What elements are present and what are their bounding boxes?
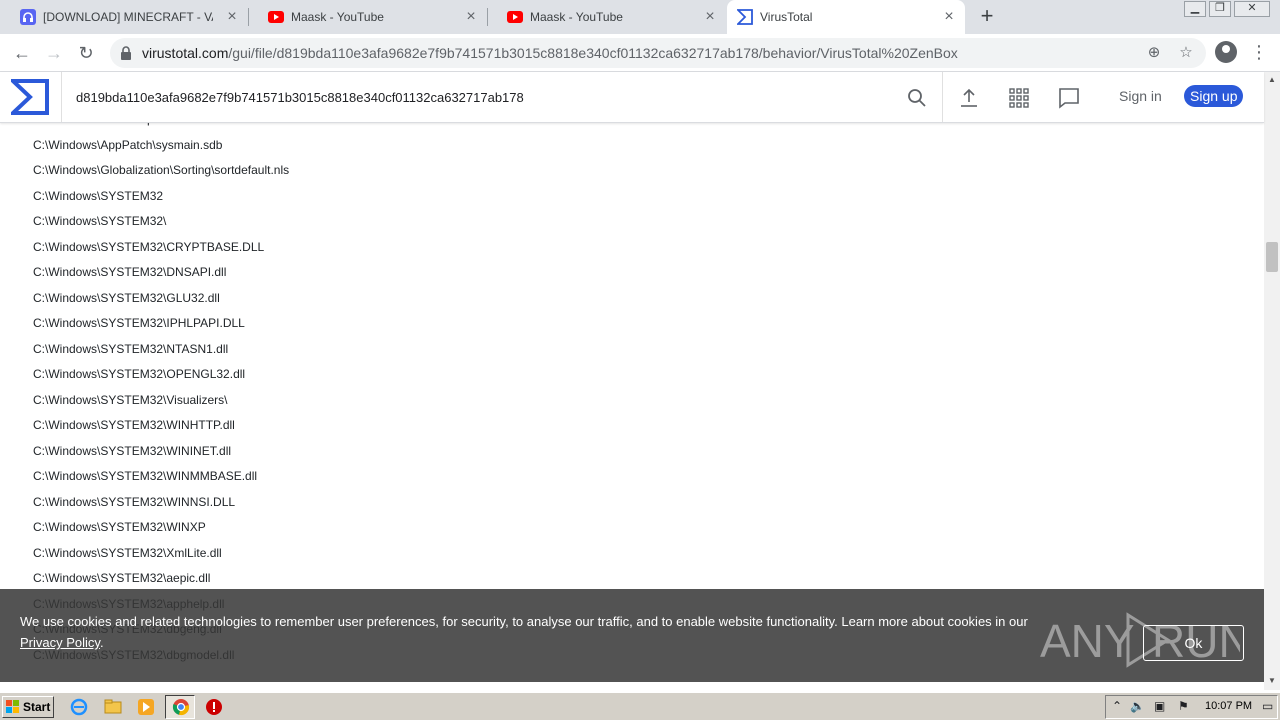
cookie-period: . bbox=[99, 635, 104, 650]
files-opened-list: C:\Users\user\Desktop\file.exe C:\Windows… bbox=[33, 123, 289, 668]
file-path-item: C:\Windows\SYSTEM32\XmlLite.dll bbox=[33, 545, 222, 560]
page-scrollbar[interactable]: ▲ ▼ bbox=[1264, 72, 1280, 690]
file-path-item: C:\Windows\SYSTEM32\WINXP bbox=[33, 520, 206, 534]
tab-virustotal[interactable]: VirusTotal × bbox=[727, 0, 965, 34]
tab-title: [DOWNLOAD] MINECRAFT - VAPE V4 bbox=[43, 10, 213, 24]
file-path-item: C:\Windows\SYSTEM32\WININET.dll bbox=[33, 443, 232, 458]
lock-icon bbox=[121, 46, 131, 60]
profile-avatar-icon[interactable] bbox=[1215, 41, 1237, 63]
svg-text:ANY: ANY bbox=[1040, 615, 1135, 667]
file-path-item: C:\Windows\SYSTEM32\ bbox=[33, 214, 167, 228]
windows-logo-icon bbox=[6, 700, 19, 713]
file-path-item: C:\Windows\SYSTEM32\aepic.dll bbox=[33, 571, 211, 585]
tab-title: Maask - YouTube bbox=[291, 10, 384, 24]
media-player-icon[interactable] bbox=[137, 698, 155, 716]
file-path-item: C:\Windows\SYSTEM32\Visualizers\ bbox=[33, 392, 228, 407]
chat-icon[interactable] bbox=[1057, 86, 1081, 110]
youtube-icon bbox=[268, 11, 284, 23]
file-path-item: C:\Windows\SYSTEM32\WINMMBASE.dll bbox=[33, 469, 258, 483]
forward-arrow-icon[interactable]: → bbox=[41, 40, 67, 66]
cookie-message: We use cookies and related technologies … bbox=[20, 611, 1130, 653]
windows-taskbar: Start ⌃ 🔈 ▣ ⚑ ▭ 10:07 PM bbox=[0, 692, 1280, 720]
file-path-item: C:\Users\user\Desktop\file.exe bbox=[33, 123, 289, 133]
cookie-ok-button[interactable]: Ok bbox=[1143, 625, 1244, 661]
apps-grid-icon[interactable] bbox=[1007, 86, 1031, 110]
file-path-item: C:\Windows\SYSTEM32\WINNSI.DLL bbox=[33, 494, 236, 509]
tray-expand-icon[interactable]: ⌃ bbox=[1112, 699, 1122, 713]
start-label: Start bbox=[23, 700, 51, 714]
url-text: virustotal.com/gui/file/d819bda110e3afa9… bbox=[142, 45, 958, 61]
address-bar[interactable]: virustotal.com/gui/file/d819bda110e3afa9… bbox=[110, 38, 1206, 68]
file-path-item: C:\Windows\SYSTEM32\IPHLPAPI.DLL bbox=[33, 316, 245, 330]
tab-youtube-1[interactable]: Maask - YouTube × bbox=[248, 0, 487, 34]
add-icon[interactable]: ⊕ bbox=[1143, 42, 1165, 64]
vt-search-input[interactable] bbox=[76, 87, 856, 107]
scroll-up-icon[interactable]: ▲ bbox=[1267, 75, 1277, 84]
tab-title: VirusTotal bbox=[760, 10, 813, 24]
back-arrow-icon[interactable]: ← bbox=[9, 40, 35, 66]
sign-up-button[interactable]: Sign up bbox=[1184, 85, 1244, 107]
scroll-down-icon[interactable]: ▼ bbox=[1267, 676, 1277, 685]
youtube-icon bbox=[507, 11, 523, 23]
file-path-item: C:\Windows\SYSTEM32\GLU32.dll bbox=[33, 290, 220, 305]
search-icon[interactable] bbox=[906, 87, 928, 109]
close-window-icon[interactable]: ✕ bbox=[1234, 1, 1270, 17]
internet-explorer-icon[interactable] bbox=[70, 698, 88, 716]
virustotal-icon bbox=[737, 9, 753, 25]
browser-toolbar: ← → ↻ virustotal.com/gui/file/d819bda110… bbox=[0, 34, 1280, 72]
cookie-text: We use cookies and related technologies … bbox=[20, 614, 1028, 629]
stop-sign-icon[interactable] bbox=[205, 698, 223, 716]
menu-kebab-icon[interactable]: ⋮ bbox=[1250, 40, 1268, 66]
network-icon[interactable]: ▣ bbox=[1154, 699, 1165, 713]
sign-in-link[interactable]: Sign in bbox=[1119, 88, 1162, 104]
bookmark-star-icon[interactable]: ☆ bbox=[1175, 42, 1197, 64]
start-button[interactable]: Start bbox=[2, 696, 54, 718]
file-path-item: C:\Windows\Globalization\Sorting\sortdef… bbox=[33, 163, 290, 177]
url-path: /gui/file/d819bda110e3afa9682e7f9b741571… bbox=[228, 45, 958, 61]
chrome-taskbar-button[interactable] bbox=[165, 695, 195, 719]
upload-icon[interactable] bbox=[957, 86, 981, 110]
new-tab-button[interactable]: + bbox=[976, 5, 998, 28]
scrollbar-thumb[interactable] bbox=[1266, 242, 1278, 272]
close-tab-icon[interactable]: × bbox=[463, 9, 479, 25]
file-path-item: C:\Windows\SYSTEM32\CRYPTBASE.DLL bbox=[33, 239, 265, 254]
file-path-item: C:\Windows\SYSTEM32\WINHTTP.dll bbox=[33, 418, 235, 432]
folder-icon[interactable] bbox=[104, 698, 122, 716]
taskbar-clock: 10:07 PM bbox=[1205, 700, 1253, 712]
tab-strip: [DOWNLOAD] MINECRAFT - VAPE V4 × Maask -… bbox=[0, 0, 1280, 34]
cookie-banner: We use cookies and related technologies … bbox=[0, 589, 1264, 682]
headset-icon bbox=[20, 9, 36, 25]
tab-youtube-2[interactable]: Maask - YouTube × bbox=[487, 0, 726, 34]
file-path-item: C:\Windows\SYSTEM32\DNSAPI.dll bbox=[33, 265, 227, 279]
vt-search-box bbox=[61, 72, 943, 122]
minimize-icon[interactable]: ▁ bbox=[1184, 1, 1206, 17]
chrome-icon bbox=[172, 699, 190, 716]
close-tab-icon[interactable]: × bbox=[224, 9, 240, 25]
url-host: virustotal.com bbox=[142, 45, 229, 61]
show-desktop-icon[interactable]: ▭ bbox=[1262, 699, 1273, 713]
tab-title: Maask - YouTube bbox=[530, 10, 623, 24]
virustotal-logo-icon[interactable] bbox=[11, 79, 49, 115]
file-path-item: C:\Windows\SYSTEM32\OPENGL32.dll bbox=[33, 367, 246, 381]
file-path-item: C:\Windows\SYSTEM32 bbox=[33, 188, 164, 203]
vt-header: Sign in Sign up bbox=[0, 72, 1264, 123]
reload-icon[interactable]: ↻ bbox=[73, 40, 99, 66]
flag-icon[interactable]: ⚑ bbox=[1178, 699, 1189, 713]
close-tab-icon[interactable]: × bbox=[941, 9, 957, 25]
close-tab-icon[interactable]: × bbox=[702, 9, 718, 25]
restore-icon[interactable]: ❐ bbox=[1209, 1, 1231, 17]
file-path-item: C:\Windows\AppPatch\sysmain.sdb bbox=[33, 137, 223, 152]
file-path-item: C:\Windows\SYSTEM32\NTASN1.dll bbox=[33, 341, 229, 356]
tab-vape[interactable]: [DOWNLOAD] MINECRAFT - VAPE V4 × bbox=[0, 0, 248, 34]
speaker-icon[interactable]: 🔈 bbox=[1130, 699, 1145, 713]
privacy-policy-link[interactable]: Privacy Policy bbox=[20, 635, 100, 650]
